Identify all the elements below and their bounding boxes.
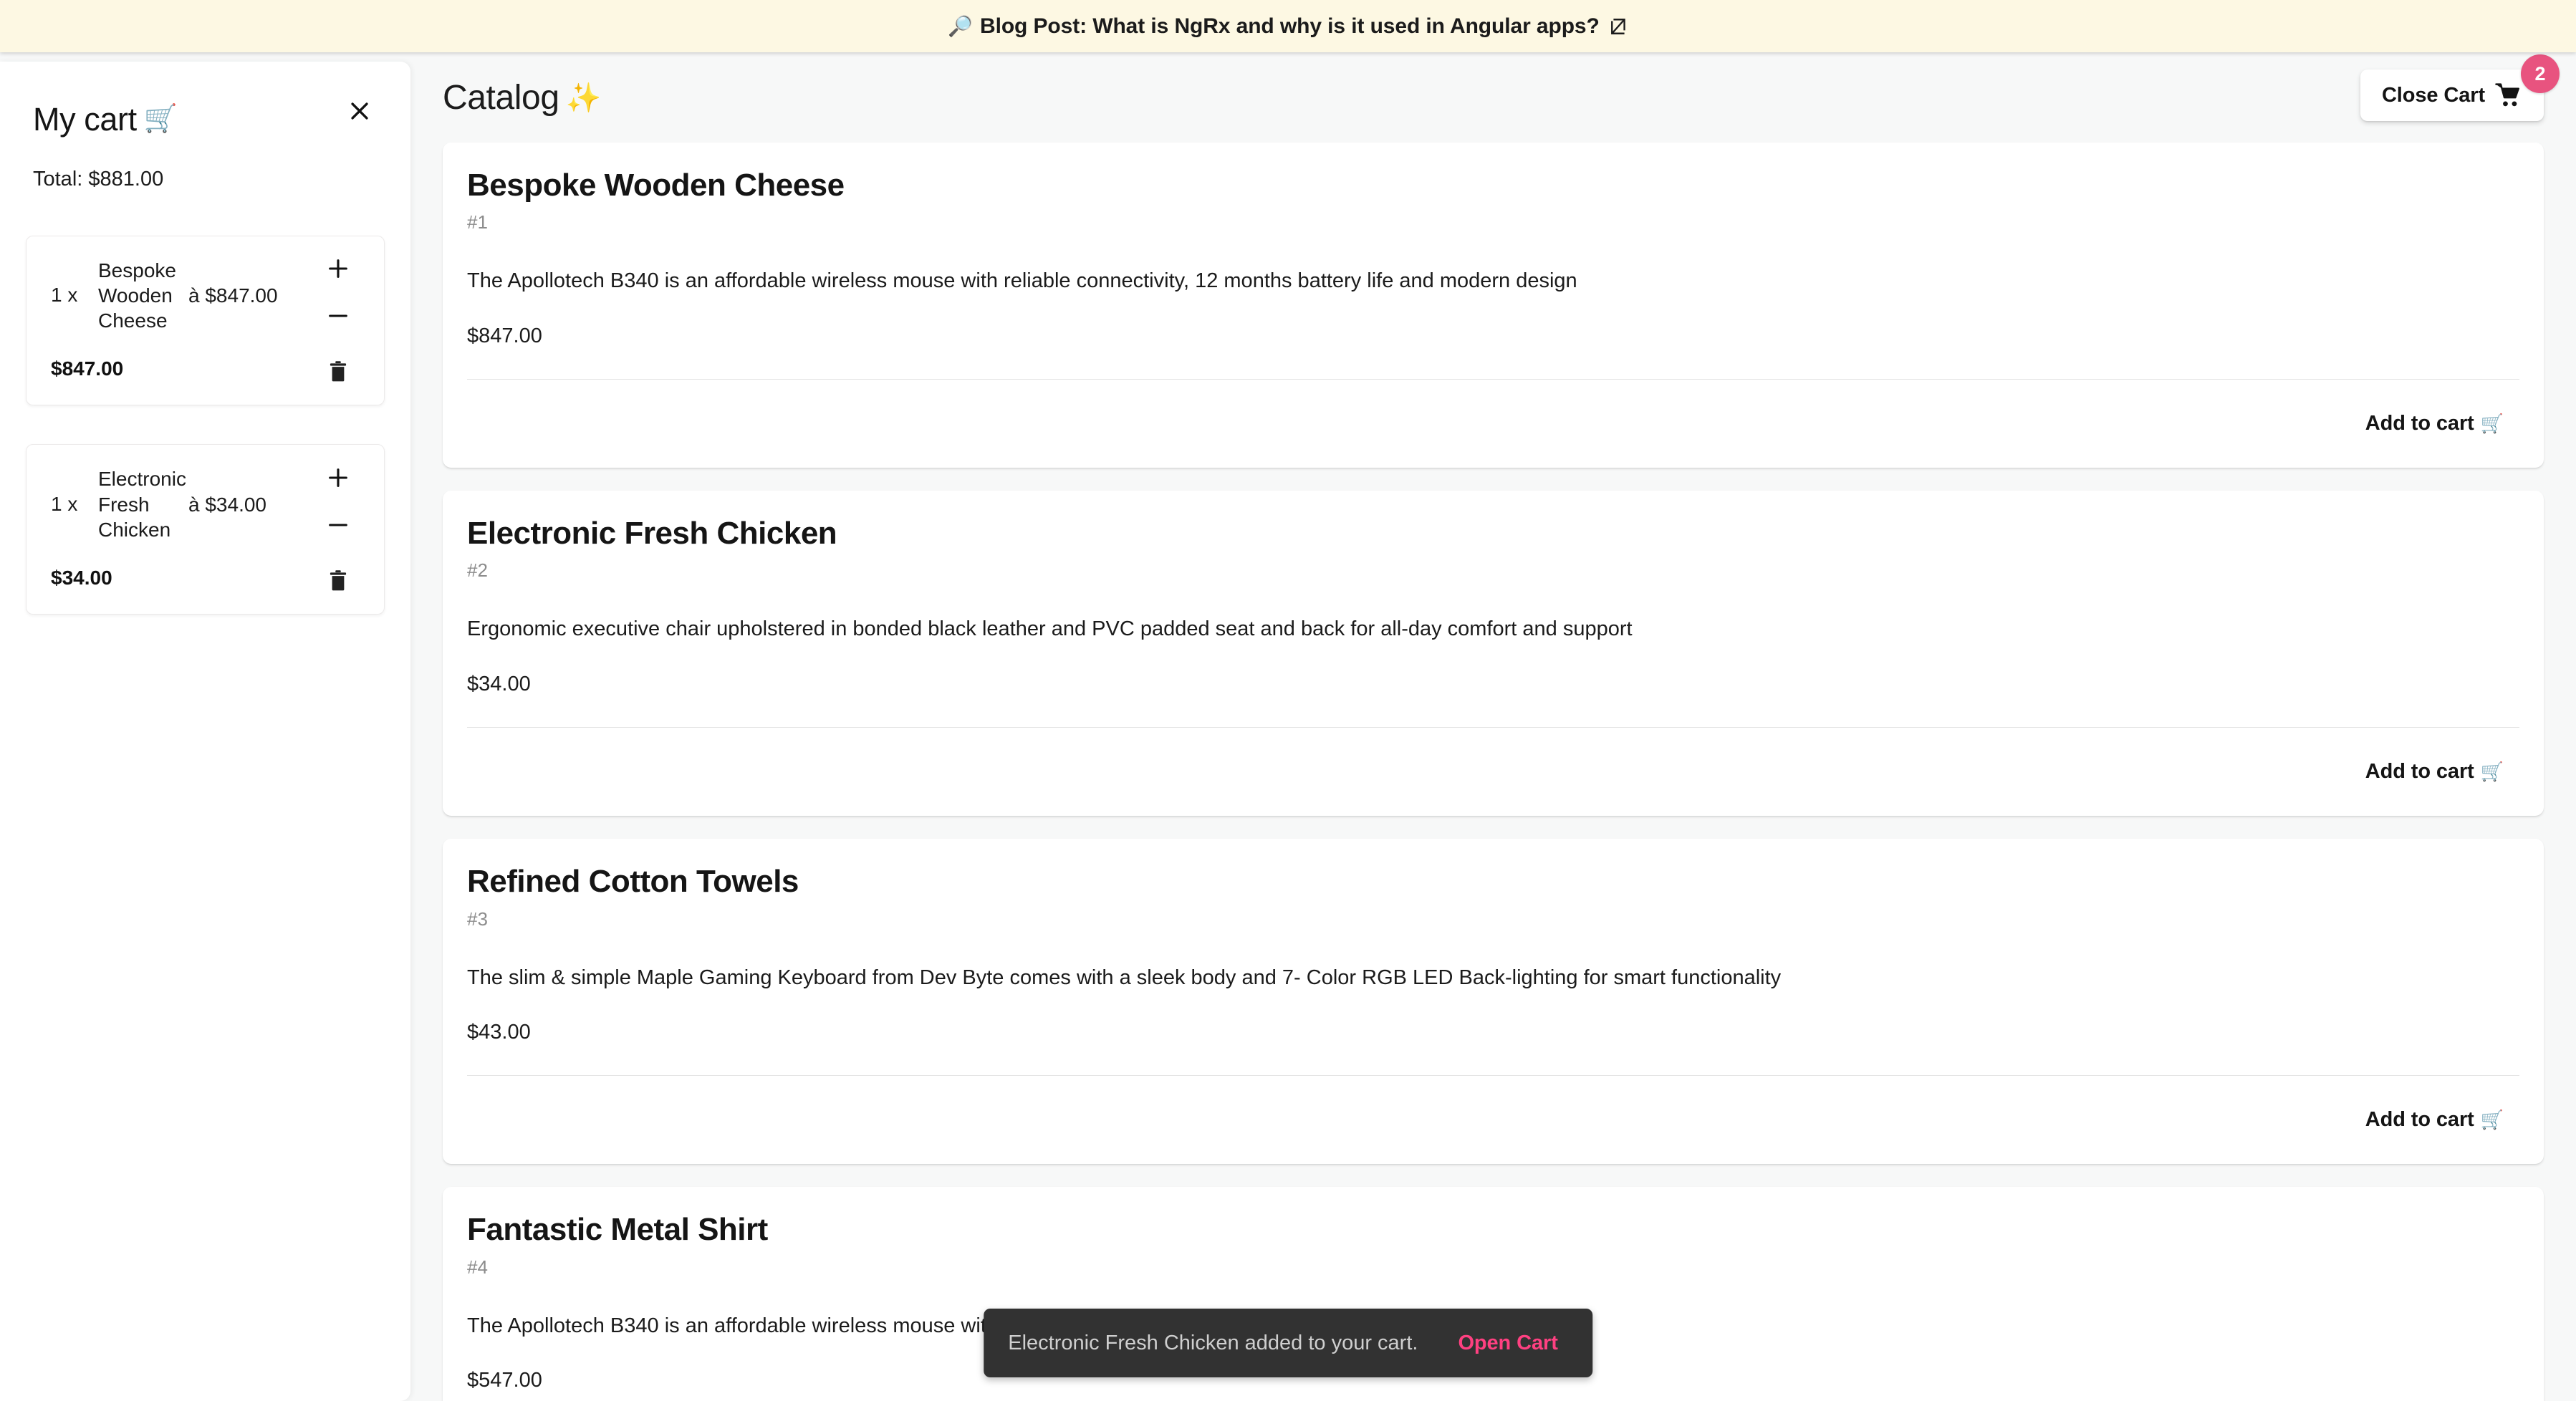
add-to-cart-label: Add to cart [2365,760,2474,784]
cart-item-quantity: 1 x [51,493,78,516]
cart-item-name: Bespoke Wooden Cheese [98,259,176,332]
shopping-cart-emoji-icon: 🛒 [2480,1109,2504,1131]
decrease-quantity-button[interactable] [313,296,363,336]
product-name: Refined Cotton Towels [467,864,799,900]
cart-item-actions [308,249,368,393]
product-description: The slim & simple Maple Gaming Keyboard … [467,966,1782,989]
close-cart-button[interactable] [339,90,380,132]
catalog-header: Catalog ✨ Close Cart 2 [410,52,2576,143]
remove-item-button[interactable] [313,352,363,392]
cart-item-list: 1 x Bespoke Wooden Cheese à $847.00 $847… [0,235,410,615]
toast-notification: Electronic Fresh Chicken added to your c… [984,1309,1592,1377]
decrease-quantity-button[interactable] [313,505,363,545]
cart-title: My cart 🛒 [33,102,378,138]
remove-item-button[interactable] [313,561,363,601]
cart-header: My cart 🛒 Total: $881.00 [0,62,410,191]
product-price: $847.00 [467,324,542,348]
cart-count-badge: 2 [2521,54,2560,93]
trash-icon [327,360,349,383]
toast-message: Electronic Fresh Chicken added to your c… [1008,1331,1418,1354]
product-list: Bespoke Wooden Cheese #1 The Apollotech … [410,143,2576,1401]
cart-item: 1 x Electronic Fresh Chicken à $34.00 $3… [26,444,385,615]
product-card: Refined Cotton Towels #3 The slim & simp… [443,839,2544,1165]
sparkles-icon: ✨ [565,82,602,114]
close-icon [347,99,372,123]
plus-icon [326,466,350,490]
product-card: Bespoke Wooden Cheese #1 The Apollotech … [443,143,2544,468]
product-id: #2 [467,559,488,582]
add-to-cart-label: Add to cart [2365,412,2474,435]
add-to-cart-button[interactable]: Add to cart 🛒 [2365,412,2504,435]
page-body: My cart 🛒 Total: $881.00 1 x Bespoke Woo… [0,52,2576,1401]
product-description: Ergonomic executive chair upholstered in… [467,617,1633,641]
minus-icon [326,304,350,328]
product-description: The Apollotech B340 is an affordable wir… [467,269,1577,293]
cart-title-text: My cart [33,101,137,138]
open-cart-button[interactable]: Open Cart [1458,1332,1557,1355]
add-to-cart-label: Add to cart [2365,1108,2474,1132]
product-price: $34.00 [467,673,531,696]
cart-toggle-container: Close Cart 2 [2360,54,2560,121]
cart-item-actions [308,458,368,601]
minus-icon [326,513,350,537]
shopping-cart-emoji-icon: 🛒 [2480,413,2504,435]
product-card-actions: Add to cart 🛒 [467,728,2519,816]
product-id: #4 [467,1256,488,1278]
shopping-cart-emoji-icon: 🛒 [143,103,178,134]
cart-total: Total: $881.00 [33,167,164,191]
trash-icon [327,569,349,592]
promo-banner-text: Blog Post: What is NgRx and why is it us… [980,14,1600,38]
increase-quantity-button[interactable] [313,249,363,289]
page-title: Catalog ✨ [443,78,601,117]
external-link-icon [1610,17,1628,36]
product-name: Fantastic Metal Shirt [467,1212,768,1248]
page-title-text: Catalog [443,78,559,117]
cart-item: 1 x Bespoke Wooden Cheese à $847.00 $847… [26,235,385,406]
shopping-cart-icon [2495,83,2522,107]
product-card: Electronic Fresh Chicken #2 Ergonomic ex… [443,491,2544,817]
cart-item-name: Electronic Fresh Chicken [98,468,186,541]
cart-sidebar: My cart 🛒 Total: $881.00 1 x Bespoke Woo… [0,62,410,1401]
product-name: Electronic Fresh Chicken [467,516,837,552]
product-card-actions: Add to cart 🛒 [467,1076,2519,1164]
promo-banner-link[interactable]: 🔎 Blog Post: What is NgRx and why is it … [948,14,1628,39]
cart-item-quantity: 1 x [51,284,78,307]
product-id: #3 [467,907,488,930]
add-to-cart-button[interactable]: Add to cart 🛒 [2365,1108,2504,1132]
add-to-cart-button[interactable]: Add to cart 🛒 [2365,760,2504,784]
increase-quantity-button[interactable] [313,458,363,498]
toggle-cart-label: Close Cart [2381,83,2485,107]
product-price: $43.00 [467,1021,531,1044]
promo-banner: 🔎 Blog Post: What is NgRx and why is it … [0,0,2576,52]
catalog-main: Catalog ✨ Close Cart 2 Bespoke Wooden Ch… [410,52,2576,1401]
plus-icon [326,256,350,281]
toggle-cart-button[interactable]: Close Cart [2360,69,2544,121]
product-id: #1 [467,211,488,234]
product-name: Bespoke Wooden Cheese [467,168,845,203]
magnifier-icon: 🔎 [948,14,974,37]
shopping-cart-emoji-icon: 🛒 [2480,761,2504,783]
product-card-actions: Add to cart 🛒 [467,380,2519,468]
